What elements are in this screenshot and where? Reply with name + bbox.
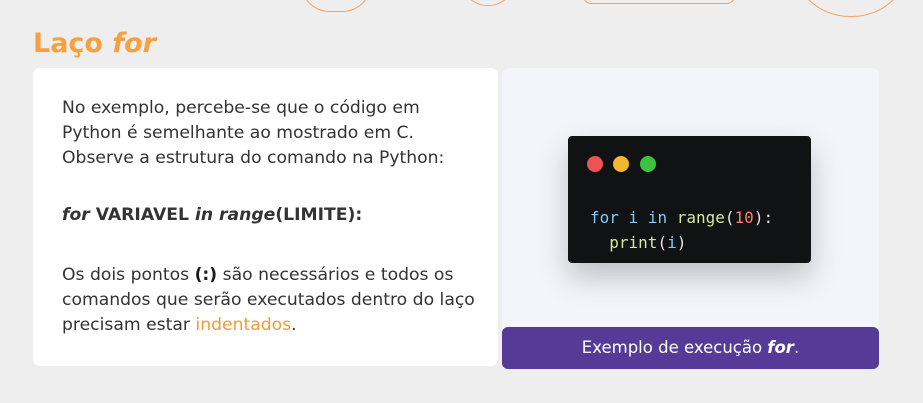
decorative-curve: [790, 0, 912, 17]
text-card: No exemplo, percebe-se que o código em P…: [33, 68, 498, 366]
indentados-highlight: indentados: [195, 315, 292, 335]
code-paren-close: ):: [753, 208, 774, 227]
code-block: for i in range(10): print(i): [590, 205, 773, 255]
indentation-text-start: Os dois pontos: [62, 265, 195, 285]
decorative-curve: [462, 0, 514, 6]
image-caption: Exemplo de execução for.: [502, 327, 879, 369]
caption-emphasis: for: [767, 338, 794, 357]
close-dot-icon: [587, 156, 603, 172]
decorative-curve: [583, 0, 735, 4]
code-keyword-in: in: [647, 208, 668, 227]
indentation-text-end: .: [291, 315, 297, 335]
syntax-keyword-in-range: in range: [194, 205, 276, 225]
code-number: 10: [734, 208, 754, 227]
colon-symbol: (:): [194, 265, 218, 285]
caption-suffix: .: [793, 338, 800, 357]
indentation-paragraph: Os dois pontos (:) são necessários e tod…: [62, 263, 482, 338]
code-function-range: range: [676, 208, 725, 227]
explanation-paragraph: No exemplo, percebe-se que o código em P…: [62, 98, 445, 168]
maximize-dot-icon: [640, 156, 656, 172]
syntax-line: for VARIAVEL in range(LIMITE):: [62, 203, 482, 228]
decorative-curve: [300, 0, 372, 12]
page-title: Laço for: [33, 28, 156, 59]
code-window: for i in range(10): print(i): [568, 136, 811, 263]
code-line: print(i): [590, 230, 773, 255]
code-function-print: print: [609, 233, 658, 252]
code-line: for i in range(10):: [590, 205, 773, 230]
caption-prefix: Exemplo de execução: [581, 338, 768, 357]
code-variable-i: i: [667, 233, 677, 252]
syntax-keyword-for: for: [62, 205, 90, 225]
code-keyword-for: for: [590, 208, 619, 227]
code-example-image: for i in range(10): print(i): [502, 68, 879, 368]
code-paren-open: (: [657, 233, 668, 252]
code-variable-i: i: [628, 208, 639, 227]
code-paren-close: ): [676, 233, 687, 252]
code-paren-open: (: [724, 208, 735, 227]
page-title-prefix: Laço: [33, 28, 113, 59]
minimize-dot-icon: [613, 156, 629, 172]
syntax-variable: VARIAVEL: [89, 205, 195, 225]
syntax-limit: (LIMITE):: [275, 205, 363, 225]
page-title-emphasis: for: [112, 28, 157, 59]
